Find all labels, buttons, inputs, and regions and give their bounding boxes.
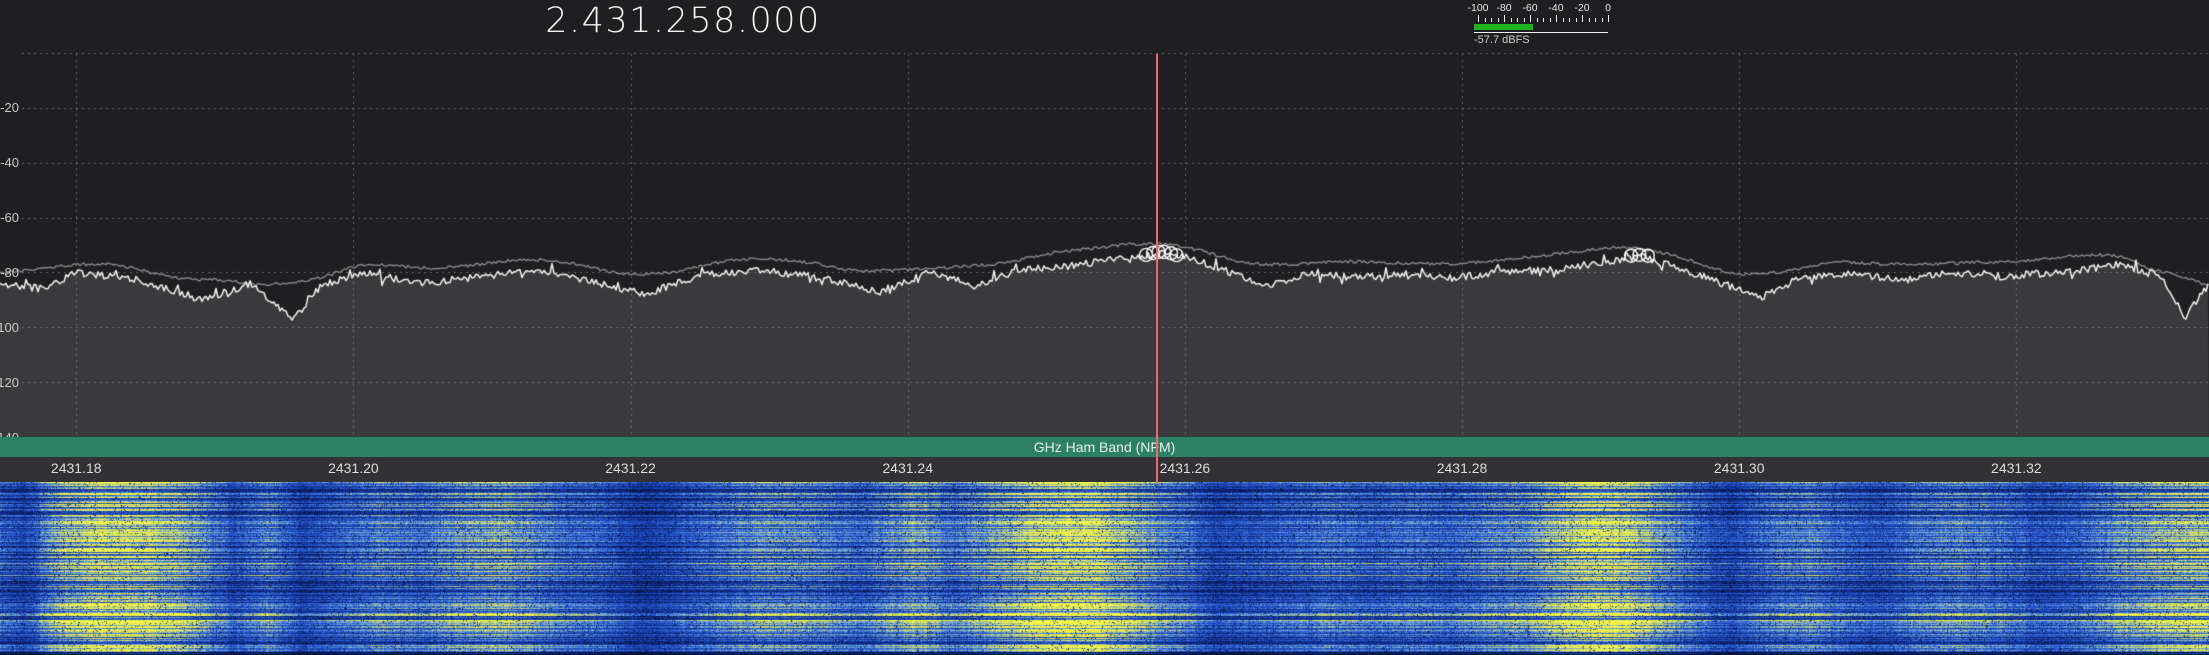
frequency-tick-label: 2431.22 [586,460,676,476]
frequency-tick-label: 2431.28 [1417,460,1507,476]
sdr-app: 2.431.258.000 -100-80-60-40-200 -57.7 dB… [0,0,2209,655]
frequency-tick-label: 2431.26 [1140,460,1230,476]
frequency-tick-label: 2431.30 [1694,460,1784,476]
tuning-indicator[interactable] [1156,54,1158,483]
frequency-tick-label: 2431.24 [863,460,953,476]
frequency-axis: 2431.18 2431.20 2431.22 2431.24 2431.26 2431.… [0,457,2209,482]
frequency-tick-label: 2431.32 [1971,460,2061,476]
band-plan-label: GHz Ham Band (NFM) [0,437,2209,457]
frequency-tick-label: 2431.20 [308,460,398,476]
db-tick-label: -60 [0,210,19,225]
band-plan-bar[interactable]: GHz Ham Band (NFM) [0,437,2209,457]
spectrum-plot[interactable] [0,0,2209,437]
db-tick-label: -20 [0,100,19,115]
db-tick-label: -100 [0,320,19,335]
frequency-tick-label: 2431.18 [31,460,121,476]
db-tick-label: -80 [0,265,19,280]
waterfall[interactable] [0,482,2209,655]
db-tick-label: -120 [0,375,19,390]
db-tick-label: -40 [0,155,19,170]
